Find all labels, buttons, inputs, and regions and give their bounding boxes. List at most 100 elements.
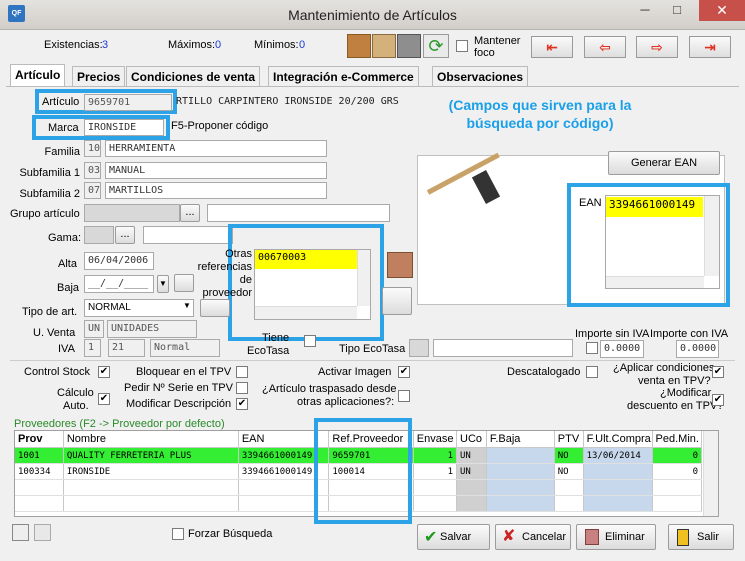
tab-integracion-ecommerce[interactable]: Integración e-Commerce <box>268 66 419 86</box>
col-fult-compra[interactable]: F.Ult.Compra <box>583 431 653 448</box>
maximize-button[interactable]: □ <box>662 0 692 21</box>
proveedores-vscroll[interactable] <box>703 431 718 516</box>
salir-button[interactable]: Salir <box>668 524 734 550</box>
cell[interactable]: 0 <box>652 463 703 480</box>
ean-item[interactable]: 3394661000149 <box>606 197 703 217</box>
eliminar-button[interactable]: Eliminar <box>576 524 656 550</box>
baja-dropdown-button[interactable]: ▼ <box>157 275 169 293</box>
tools-icon[interactable] <box>387 252 413 278</box>
cell[interactable]: NO <box>554 463 584 480</box>
otras-ref-vscroll[interactable] <box>357 250 370 306</box>
aplicar-condiciones-checkbox[interactable]: ✔ <box>712 366 724 378</box>
tiene-ecotasa-checkbox[interactable] <box>304 335 316 347</box>
otras-ref-hscroll[interactable] <box>255 306 357 319</box>
gama-lookup-button[interactable]: ... <box>115 226 135 244</box>
col-prov[interactable]: Prov <box>15 431 64 448</box>
generar-ean-button[interactable]: Generar EAN <box>608 151 720 175</box>
tipo-ecotasa-field[interactable] <box>433 339 573 357</box>
alta-field[interactable]: 06/04/2006 <box>84 252 154 270</box>
importe-con-field[interactable]: 0.0000 <box>676 340 719 358</box>
subfamilia1-code[interactable]: 03 <box>84 162 101 179</box>
col-envase[interactable]: Envase <box>413 431 458 448</box>
col-nombre[interactable]: Nombre <box>63 431 239 448</box>
gama-field[interactable] <box>84 226 114 244</box>
grupo-lookup-button[interactable]: ... <box>180 204 200 222</box>
cell[interactable]: QUALITY FERRETERIA PLUS <box>63 447 239 464</box>
tipo-select[interactable]: NORMAL <box>84 299 194 317</box>
cell[interactable]: UN <box>456 463 487 480</box>
modificar-descuento-checkbox[interactable]: ✔ <box>712 394 724 406</box>
descripcion-field[interactable]: RTILLO CARPINTERO IRONSIDE 20/200 GRS <box>173 94 408 111</box>
col-ptv[interactable]: PTV <box>554 431 584 448</box>
tipo-ecotasa-code[interactable] <box>409 339 429 357</box>
gama-desc-field[interactable] <box>143 226 233 244</box>
cell[interactable]: 1001 <box>15 447 64 464</box>
familia-code[interactable]: 10 <box>84 140 101 157</box>
tab-condiciones-venta[interactable]: Condiciones de venta <box>126 66 261 86</box>
cancelar-button[interactable]: ✘ Cancelar <box>495 524 571 550</box>
uventa-field[interactable]: UNIDADES <box>107 320 197 338</box>
uventa-code[interactable]: UN <box>84 320 104 338</box>
importe-checkbox[interactable] <box>586 342 598 354</box>
grupo-desc-field[interactable] <box>207 204 390 222</box>
grupo-field[interactable] <box>84 204 180 222</box>
calculo-auto-checkbox[interactable]: ✔ <box>98 393 110 405</box>
subfamilia2-code[interactable]: 07 <box>84 182 101 199</box>
traspasado-checkbox[interactable] <box>398 390 410 402</box>
cell[interactable]: 100334 <box>15 463 64 480</box>
tab-articulo[interactable]: Artículo <box>10 64 66 87</box>
modificar-desc-checkbox[interactable]: ✔ <box>236 398 248 410</box>
next-record-button[interactable]: ⇨ <box>636 36 678 58</box>
col-uco[interactable]: UCo <box>456 431 487 448</box>
baja-field[interactable]: __/__/____ <box>84 275 154 293</box>
articulo-field[interactable]: 9659701 <box>84 94 172 111</box>
cell[interactable]: IRONSIDE <box>63 463 239 480</box>
bloquear-checkbox[interactable] <box>236 366 248 378</box>
copy-icon[interactable] <box>12 524 29 541</box>
tipo-extra-button[interactable] <box>200 299 230 317</box>
familia-field[interactable]: HERRAMIENTA <box>105 140 327 157</box>
descatalogado-checkbox[interactable] <box>586 366 598 378</box>
tab-precios[interactable]: Precios <box>72 66 126 86</box>
iva-pct[interactable]: 21 <box>108 339 145 357</box>
mantener-foco-checkbox[interactable] <box>456 40 468 52</box>
activar-imagen-checkbox[interactable]: ✔ <box>398 366 410 378</box>
activar-imagen-label: Activar Imagen <box>318 366 392 378</box>
first-record-button[interactable]: ⇤ <box>531 36 573 58</box>
ean-vscroll[interactable] <box>704 196 719 276</box>
cell[interactable]: 1 <box>413 447 458 464</box>
cell[interactable]: UN <box>456 447 487 464</box>
importe-sin-field[interactable]: 0.0000 <box>600 340 644 358</box>
pedir-serie-checkbox[interactable] <box>236 382 248 394</box>
cell[interactable] <box>583 463 653 480</box>
cell[interactable]: NO <box>554 447 584 464</box>
ean-hscroll[interactable] <box>606 276 704 288</box>
cell[interactable] <box>486 447 555 464</box>
minimize-button[interactable]: ─ <box>630 0 660 21</box>
cell[interactable]: 1 <box>413 463 458 480</box>
cell[interactable]: 13/06/2014 <box>583 447 653 464</box>
boxes-icon[interactable] <box>347 34 371 58</box>
printer-icon[interactable] <box>397 34 421 58</box>
cell[interactable]: 0 <box>652 447 703 464</box>
marca-field[interactable]: IRONSIDE <box>84 119 164 136</box>
last-record-button[interactable]: ⇥ <box>689 36 731 58</box>
col-ped-min[interactable]: Ped.Min. <box>652 431 703 448</box>
control-stock-checkbox[interactable]: ✔ <box>98 366 110 378</box>
subfamilia2-field[interactable]: MARTILLOS <box>105 182 327 199</box>
previous-record-button[interactable]: ⇦ <box>584 36 626 58</box>
close-button[interactable]: ✕ <box>699 0 745 21</box>
refresh-icon[interactable]: ⟳ <box>423 34 449 58</box>
forzar-busqueda-checkbox[interactable] <box>172 528 184 540</box>
otras-ref-action-button[interactable] <box>382 287 412 315</box>
subfamilia1-field[interactable]: MANUAL <box>105 162 327 179</box>
iva-tipo[interactable]: Normal <box>150 339 220 357</box>
otras-referencia-item[interactable]: 00670003 <box>255 250 357 269</box>
iva-code[interactable]: 1 <box>84 339 101 357</box>
books-icon[interactable] <box>372 34 396 58</box>
tab-observaciones[interactable]: Observaciones <box>432 66 529 86</box>
salvar-button[interactable]: ✔ Salvar <box>417 524 490 550</box>
paste-icon[interactable] <box>34 524 51 541</box>
cell[interactable] <box>486 463 555 480</box>
col-fbaja[interactable]: F.Baja <box>486 431 555 448</box>
